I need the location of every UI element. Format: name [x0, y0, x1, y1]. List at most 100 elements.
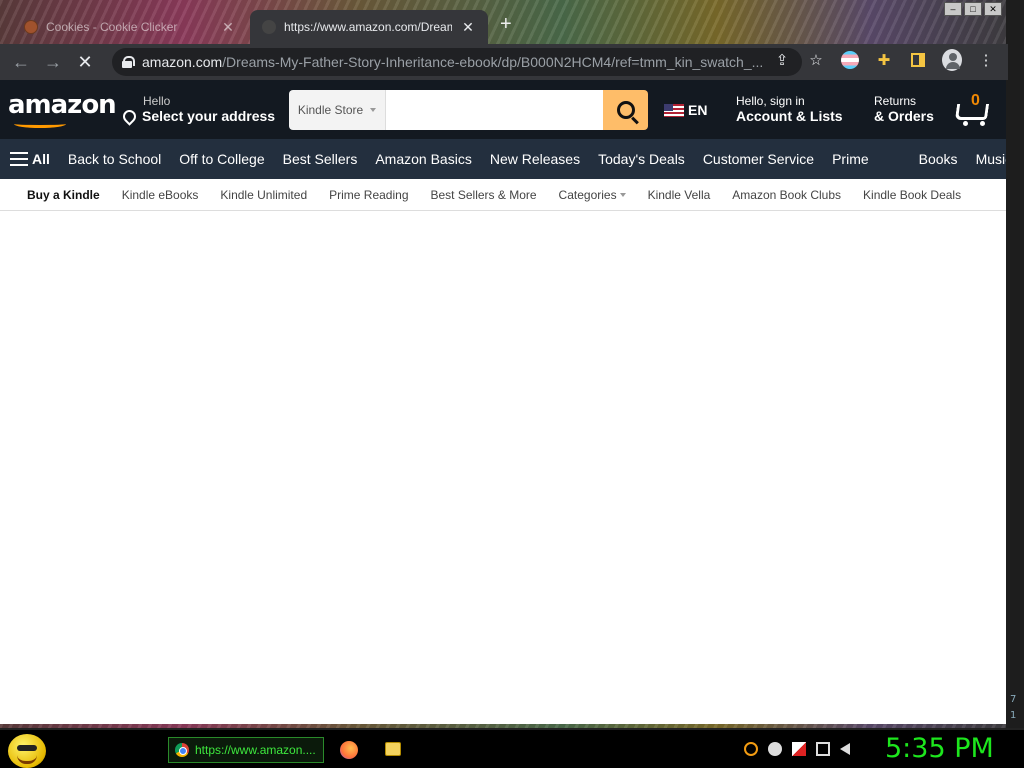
amazon-smile-icon — [14, 120, 66, 128]
tab-title: Cookies - Cookie Clicker — [46, 20, 178, 34]
taskbar-window-title: https://www.amazon.... — [195, 743, 316, 757]
subnav-categories[interactable]: Categories — [548, 188, 637, 202]
kindle-subnav: Buy a Kindle Kindle eBooks Kindle Unlimi… — [0, 179, 1006, 211]
trans-flag-icon — [841, 51, 859, 69]
account-lists[interactable]: Hello, sign in Account & Lists — [736, 94, 843, 124]
amazon-page: amazon Hello Select your address Kindle … — [0, 80, 1006, 724]
lock-icon — [122, 56, 135, 68]
volume-icon[interactable] — [840, 743, 850, 755]
desktop-edge-digit: 1 — [1010, 710, 1017, 721]
location-pin-icon — [120, 106, 139, 126]
extensions-area: ⇪ ☆ ✚ ⋮ — [772, 49, 996, 71]
tab-cookie-clicker[interactable]: Cookies - Cookie Clicker ✕ — [14, 10, 246, 44]
nav-todays-deals[interactable]: Today's Deals — [589, 151, 694, 167]
puzzle-icon[interactable]: ✚ — [874, 50, 894, 70]
subnav-prime-reading[interactable]: Prime Reading — [318, 188, 419, 202]
search-icon — [616, 101, 635, 119]
close-icon[interactable]: ✕ — [460, 19, 476, 36]
taskbar-clock[interactable]: 5:35 PM — [885, 733, 994, 764]
tab-title: https://www.amazon.com/Dream — [284, 20, 452, 34]
all-label: All — [32, 151, 50, 167]
kebab-menu-icon[interactable]: ⋮ — [976, 50, 996, 70]
tab-amazon[interactable]: https://www.amazon.com/Dream ✕ — [250, 10, 488, 44]
folder-icon[interactable] — [385, 742, 401, 756]
avatar[interactable] — [942, 49, 962, 71]
nav-off-to-college[interactable]: Off to College — [170, 151, 273, 167]
nav-belt: amazon Hello Select your address Kindle … — [0, 80, 1006, 139]
close-window-button[interactable]: ✕ — [984, 2, 1002, 16]
subnav-kindle-book-deals[interactable]: Kindle Book Deals — [852, 188, 972, 202]
tab-strip: Cookies - Cookie Clicker ✕ https://www.a… — [0, 0, 1024, 44]
subnav-amazon-book-clubs[interactable]: Amazon Book Clubs — [721, 188, 852, 202]
subnav-kindle-unlimited[interactable]: Kindle Unlimited — [209, 188, 318, 202]
close-icon[interactable]: ✕ — [220, 19, 236, 36]
all-menu-button[interactable]: All — [10, 151, 59, 167]
deliver-to[interactable]: Hello Select your address — [120, 94, 276, 126]
browser-window: Cookies - Cookie Clicker ✕ https://www.a… — [0, 0, 1008, 724]
amazon-logo[interactable]: amazon — [8, 90, 117, 120]
new-tab-button[interactable]: + — [500, 14, 512, 34]
returns-orders[interactable]: Returns & Orders — [874, 94, 934, 124]
firefox-icon[interactable] — [340, 741, 358, 759]
language-selector[interactable]: EN — [664, 102, 707, 118]
desktop-edge: 7 1 — [1006, 0, 1024, 730]
search-bar: Kindle Store — [289, 90, 648, 130]
search-category: Kindle Store — [297, 103, 364, 117]
taskbar-chrome-window[interactable]: https://www.amazon.... — [168, 737, 324, 763]
language-code: EN — [688, 102, 708, 118]
main-nav: All Back to School Off to College Best S… — [0, 139, 1006, 179]
subnav-best-sellers-more[interactable]: Best Sellers & More — [420, 188, 548, 202]
us-flag-icon — [664, 103, 684, 117]
window-controls: – □ ✕ — [944, 2, 1002, 16]
deliver-hello: Hello — [143, 94, 171, 108]
nav-music[interactable]: Music — [967, 151, 1006, 167]
system-tray — [744, 742, 850, 756]
account-label: Account & Lists — [736, 108, 843, 124]
desktop-edge-digit: 7 — [1010, 694, 1017, 705]
side-panel-icon[interactable] — [908, 50, 928, 70]
search-input[interactable] — [386, 90, 603, 130]
url-path: /Dreams-My-Father-Story-Inheritance-eboo… — [222, 54, 764, 70]
search-icon[interactable] — [744, 742, 758, 756]
url-domain: amazon.com — [142, 54, 223, 70]
taskbar: https://www.amazon.... 5:35 PM — [0, 728, 1024, 768]
cart-button[interactable]: 0 — [952, 92, 996, 126]
deliver-address: Select your address — [142, 108, 276, 124]
chevron-down-icon — [619, 193, 626, 198]
minimize-button[interactable]: – — [944, 2, 962, 16]
forward-arrow-icon[interactable]: → — [42, 51, 64, 73]
nav-new-releases[interactable]: New Releases — [481, 151, 589, 167]
loading-icon — [262, 20, 276, 34]
nav-prime[interactable]: Prime — [823, 151, 878, 167]
hamburger-icon — [10, 152, 28, 166]
nav-customer-service[interactable]: Customer Service — [694, 151, 823, 167]
search-button[interactable] — [603, 90, 648, 130]
subnav-kindle-ebooks[interactable]: Kindle eBooks — [111, 188, 210, 202]
messenger-icon[interactable] — [768, 742, 782, 756]
subnav-buy-a-kindle[interactable]: Buy a Kindle — [16, 188, 111, 202]
nav-amazon-basics[interactable]: Amazon Basics — [366, 151, 480, 167]
chrome-icon — [175, 743, 189, 757]
subnav-kindle-vella[interactable]: Kindle Vella — [637, 188, 722, 202]
browser-toolbar: ← → ✕ amazon.com/Dreams-My-Father-Story-… — [0, 44, 1008, 80]
address-bar[interactable]: amazon.com/Dreams-My-Father-Story-Inheri… — [112, 48, 802, 76]
network-icon[interactable] — [816, 742, 830, 756]
maximize-button[interactable]: □ — [964, 2, 982, 16]
nav-books[interactable]: Books — [910, 151, 967, 167]
nav-best-sellers[interactable]: Best Sellers — [274, 151, 367, 167]
cookie-icon — [24, 20, 38, 34]
start-button[interactable] — [8, 734, 46, 768]
extension-profile-icon[interactable] — [840, 50, 860, 70]
chevron-down-icon — [370, 108, 377, 112]
orders-label: & Orders — [874, 108, 934, 124]
nav-back-to-school[interactable]: Back to School — [59, 151, 170, 167]
star-icon[interactable]: ☆ — [806, 50, 826, 70]
search-category-dropdown[interactable]: Kindle Store — [289, 90, 386, 130]
stop-loading-icon[interactable]: ✕ — [74, 51, 96, 73]
account-greeting: Hello, sign in — [736, 94, 805, 108]
back-arrow-icon[interactable]: ← — [10, 51, 32, 73]
categories-label: Categories — [558, 187, 617, 202]
cart-icon — [954, 104, 990, 120]
share-icon[interactable]: ⇪ — [772, 50, 792, 70]
action-center-flag-icon[interactable] — [792, 742, 806, 756]
